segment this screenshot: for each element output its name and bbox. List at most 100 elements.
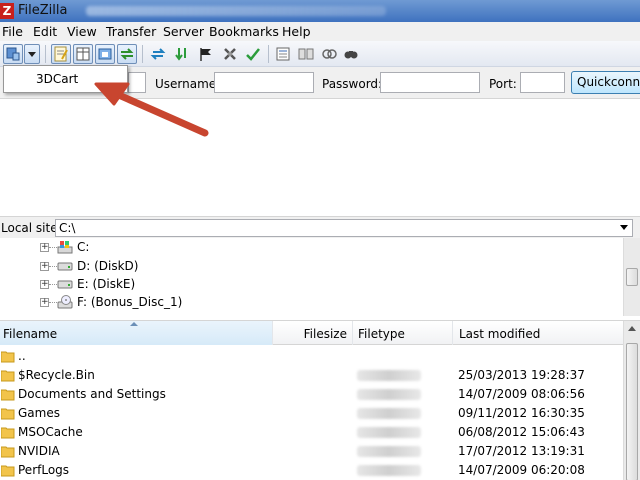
- file-modified: 06/08/2012 15:06:43: [458, 425, 585, 439]
- folder-icon: [1, 408, 15, 420]
- folder-icon: [1, 389, 15, 401]
- port-input[interactable]: [520, 72, 565, 93]
- tree-scrollbar[interactable]: [623, 238, 640, 316]
- file-type-blurred: [357, 446, 421, 457]
- scrollbar-thumb[interactable]: [626, 268, 638, 286]
- expand-icon[interactable]: +: [40, 298, 49, 307]
- table-row[interactable]: Documents and Settings 14/07/2009 08:06:…: [0, 385, 623, 404]
- column-last-modified[interactable]: Last modified: [453, 321, 623, 345]
- table-row[interactable]: NVIDIA 17/07/2012 13:19:31: [0, 442, 623, 461]
- file-name: PerfLogs: [18, 463, 70, 477]
- file-name: $Recycle.Bin: [18, 368, 95, 382]
- folder-icon: [1, 446, 15, 458]
- file-modified: 25/03/2013 19:28:37: [458, 368, 585, 382]
- transfer-queue-icon[interactable]: [117, 44, 137, 64]
- menu-server[interactable]: Server: [163, 24, 204, 39]
- username-input[interactable]: [214, 72, 314, 93]
- table-row[interactable]: MSOCache 06/08/2012 15:06:43: [0, 423, 623, 442]
- refresh-icon[interactable]: [148, 44, 168, 64]
- folder-icon: [1, 370, 15, 382]
- file-modified: 14/07/2009 06:20:08: [458, 463, 585, 477]
- quickconnect-button[interactable]: Quickconnect: [571, 71, 640, 94]
- table-row[interactable]: PerfLogs 14/07/2009 06:20:08: [0, 461, 623, 480]
- file-type-blurred: [357, 465, 421, 476]
- site-item-3dcart[interactable]: 3DCart: [36, 72, 78, 86]
- column-last-modified-label: Last modified: [459, 327, 541, 341]
- expand-icon[interactable]: +: [40, 243, 49, 252]
- table-row[interactable]: Games 09/11/2012 16:30:35: [0, 404, 623, 423]
- toolbar: [0, 41, 640, 67]
- message-log: [0, 99, 640, 213]
- local-site-path-combo[interactable]: C:\: [55, 219, 633, 237]
- system-drive-icon: [57, 241, 73, 254]
- port-label: Port:: [489, 77, 517, 91]
- tree-item-label: D: (DiskD): [77, 259, 139, 273]
- directory-tree-icon[interactable]: [73, 44, 93, 64]
- file-name: NVIDIA: [18, 444, 60, 458]
- column-filesize[interactable]: Filesize: [273, 321, 353, 345]
- disconnect-icon[interactable]: [220, 44, 240, 64]
- menu-view[interactable]: View: [67, 24, 97, 39]
- column-filetype-label: Filetype: [358, 327, 405, 341]
- file-modified: 17/07/2012 13:19:31: [458, 444, 585, 458]
- filezilla-icon: Z: [0, 3, 14, 19]
- cancel-icon[interactable]: [196, 44, 216, 64]
- file-list-scrollbar[interactable]: [623, 321, 640, 480]
- file-name: Games: [18, 406, 60, 420]
- file-name: Documents and Settings: [18, 387, 166, 401]
- remote-tree-icon[interactable]: [95, 44, 115, 64]
- sync-browse-icon[interactable]: [319, 44, 339, 64]
- drive-icon: [57, 262, 73, 271]
- drive-icon: [57, 280, 73, 289]
- menu-help[interactable]: Help: [282, 24, 311, 39]
- scrollbar-thumb[interactable]: [626, 343, 638, 480]
- file-type-blurred: [357, 389, 421, 400]
- site-manager-dropdown: 3DCart: [3, 65, 128, 93]
- menu-file[interactable]: File: [2, 24, 23, 39]
- table-row[interactable]: $Recycle.Bin 25/03/2013 19:28:37: [0, 366, 623, 385]
- menu-bar: File Edit View Transfer Server Bookmarks…: [0, 22, 640, 41]
- host-input[interactable]: [128, 72, 146, 93]
- password-label: Password:: [322, 77, 383, 91]
- message-log-icon[interactable]: [51, 44, 71, 64]
- process-queue-icon[interactable]: [172, 44, 192, 64]
- tree-item-label: C:: [77, 240, 90, 254]
- column-filetype[interactable]: Filetype: [353, 321, 453, 345]
- toolbar-separator: [142, 45, 143, 63]
- filter-icon[interactable]: [273, 44, 293, 64]
- scroll-up-icon[interactable]: [628, 326, 636, 331]
- menu-bookmarks[interactable]: Bookmarks: [209, 24, 279, 39]
- dropdown-arrow-icon[interactable]: [24, 44, 40, 64]
- table-row[interactable]: ..: [0, 347, 623, 366]
- menu-edit[interactable]: Edit: [33, 24, 57, 39]
- menu-transfer[interactable]: Transfer: [106, 24, 156, 39]
- tree-item-label: E: (DiskE): [77, 277, 136, 291]
- toolbar-separator: [268, 45, 269, 63]
- local-directory-tree: + C: + D: (DiskD) + E: (DiskE) + F: (Bon…: [0, 238, 640, 316]
- username-label: Username:: [155, 77, 221, 91]
- site-manager-icon[interactable]: [3, 44, 23, 64]
- folder-icon: [1, 465, 15, 477]
- local-file-list: Filename Filesize Filetype Last modified…: [0, 320, 640, 480]
- column-filename-label: Filename: [3, 327, 58, 341]
- cd-drive-icon: [57, 295, 73, 309]
- window-title: FileZilla: [18, 3, 68, 18]
- expand-icon[interactable]: +: [40, 280, 49, 289]
- compare-icon[interactable]: [296, 44, 316, 64]
- file-modified: 14/07/2009 08:06:56: [458, 387, 585, 401]
- reconnect-icon[interactable]: [243, 44, 263, 64]
- password-input[interactable]: [380, 72, 480, 93]
- column-filesize-label: Filesize: [303, 327, 347, 341]
- toolbar-separator: [45, 45, 46, 63]
- local-site-label: Local site:: [1, 221, 62, 235]
- file-type-blurred: [357, 427, 421, 438]
- search-icon[interactable]: [341, 44, 361, 64]
- file-list-header: Filename Filesize Filetype Last modified: [0, 321, 623, 345]
- chevron-down-icon[interactable]: [620, 225, 628, 230]
- column-filename[interactable]: Filename: [0, 321, 273, 345]
- expand-icon[interactable]: +: [40, 262, 49, 271]
- folder-icon: [1, 351, 15, 363]
- file-modified: 09/11/2012 16:30:35: [458, 406, 585, 420]
- title-bar: Z FileZilla: [0, 0, 640, 22]
- file-type-blurred: [357, 408, 421, 419]
